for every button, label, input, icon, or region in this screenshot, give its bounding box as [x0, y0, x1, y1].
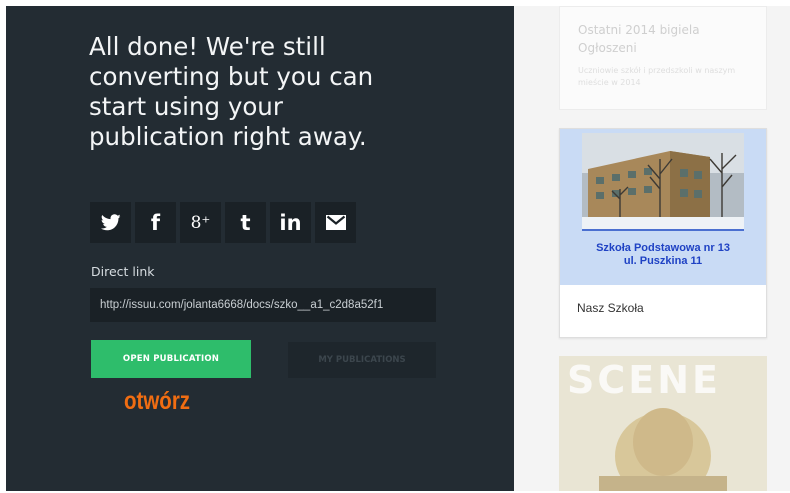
publication-card[interactable]: Szkoła Podstawowa nr 13 ul. Puszkina 11 … [559, 128, 767, 338]
open-publication-button[interactable]: OPEN PUBLICATION [91, 340, 251, 378]
linkedin-icon: in [279, 210, 302, 235]
twitter-share-button[interactable] [90, 202, 131, 243]
my-publications-button[interactable]: MY PUBLICATIONS [288, 342, 436, 378]
publication-thumbnail: Szkoła Podstawowa nr 13 ul. Puszkina 11 [560, 129, 766, 285]
publication-backdrop: Ostatni 2014 bigiela Ogłoszeni Uczniowie… [514, 6, 790, 491]
publication-card[interactable]: Ostatni 2014 bigiela Ogłoszeni Uczniowie… [559, 6, 767, 110]
direct-link-label: Direct link [91, 264, 155, 279]
publication-card-title: Ostatni 2014 bigiela Ogłoszeni [578, 23, 700, 55]
thumbnail-caption-text: Szkoła Podstawowa nr 13 ul. Puszkina 11 [596, 242, 730, 267]
publication-card-text: Uczniowie szkół i przedszkoli w naszym m… [578, 66, 736, 87]
twitter-icon [100, 214, 121, 231]
google-plus-icon: 8⁺ [190, 212, 211, 233]
publish-complete-panel: All done! We're still converting but you… [6, 6, 514, 491]
linkedin-share-button[interactable]: in [270, 202, 311, 243]
tumblr-share-button[interactable]: t [225, 202, 266, 243]
annotation-label: otwórz [124, 387, 191, 415]
facebook-icon: f [150, 210, 161, 235]
direct-link-input[interactable] [90, 288, 436, 322]
google-plus-share-button[interactable]: 8⁺ [180, 202, 221, 243]
screenshot-frame: All done! We're still converting but you… [0, 0, 790, 493]
publication-card[interactable]: SCENE [559, 356, 767, 491]
cover-title: SCENE [567, 358, 721, 402]
headline: All done! We're still converting but you… [89, 32, 374, 151]
publication-card-title: Nasz Szkoła [577, 301, 644, 315]
tumblr-icon: t [240, 210, 251, 235]
thumbnail-caption: Szkoła Podstawowa nr 13 ul. Puszkina 11 [560, 242, 766, 268]
facebook-share-button[interactable]: f [135, 202, 176, 243]
share-buttons: f 8⁺ t in [90, 202, 356, 243]
email-share-button[interactable] [315, 202, 356, 243]
email-icon [325, 215, 346, 230]
